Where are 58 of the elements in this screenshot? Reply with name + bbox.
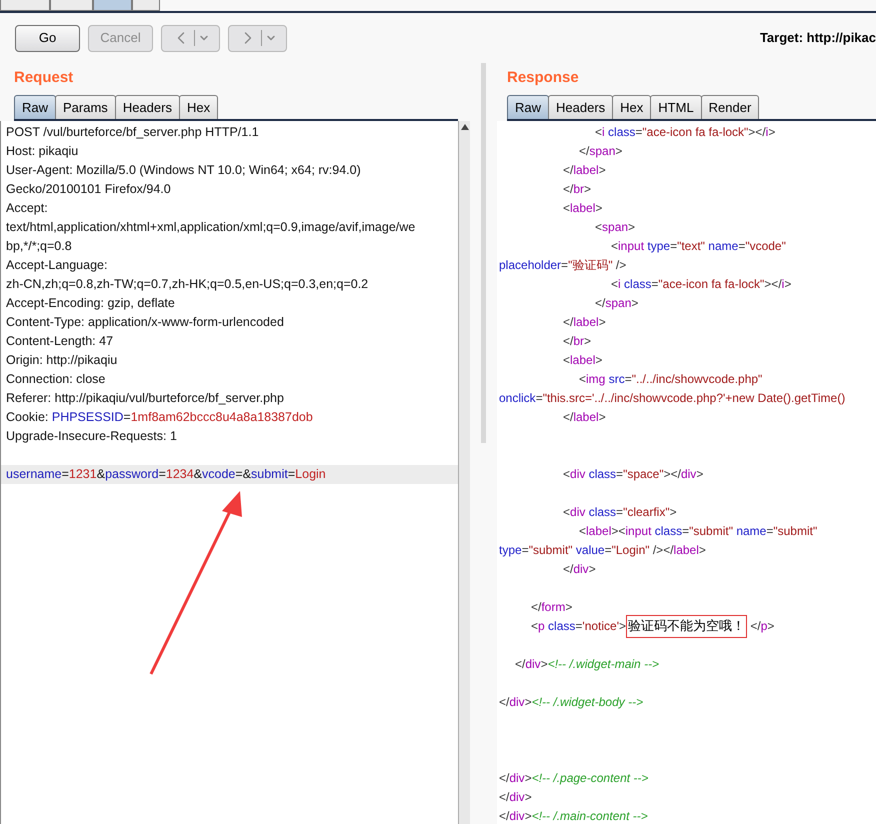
- go-button[interactable]: Go: [15, 24, 80, 52]
- code-line: <i class="ace-icon fa fa-lock"></i>: [610, 276, 792, 293]
- code-line: </label>: [562, 162, 607, 179]
- tab[interactable]: Params: [55, 95, 116, 119]
- code-line: <i class="ace-icon fa fa-lock"></i>: [594, 124, 776, 141]
- code-line: Accept-Language:: [5, 257, 108, 274]
- code-line: User-Agent: Mozilla/5.0 (Windows NT 10.0; Win64; x64; rv:94.0): [5, 162, 362, 179]
- code-line: Upgrade-Insecure-Requests: 1: [5, 428, 178, 445]
- code-line: Origin: http://pikaqiu: [5, 352, 118, 369]
- panel-title: Request: [13, 68, 74, 88]
- code-line: </div><!-- /.widget-main -->: [514, 656, 660, 673]
- tab[interactable]: Hex: [612, 95, 652, 119]
- code-line: Cookie: PHPSESSID=1mf8am62bccc8u4a8a18387dob: [5, 409, 314, 426]
- code-line: <p class='notice'>验证码不能为空哦！ </p>: [497, 617, 876, 636]
- tab[interactable]: Raw: [507, 95, 550, 119]
- code-line: </div><!-- /.page-content -->: [498, 770, 650, 787]
- code-line: <div class="clearfix">: [562, 504, 678, 521]
- code-line: Accept-Encoding: gzip, deflate: [5, 295, 176, 312]
- code-line: </form>: [530, 599, 574, 616]
- code-line: <label>: [562, 200, 604, 217]
- code-line: Host: pikaqiu: [5, 143, 80, 160]
- code-line: </div>: [498, 789, 533, 806]
- code-line: <label>: [562, 352, 604, 369]
- code-line: POST /vul/burteforce/bf_server.php HTTP/1.1: [5, 124, 260, 141]
- code-line: zh-CN,zh;q=0.8,zh-TW;q=0.7,zh-HK;q=0.5,en-US;q=0.3,en;q=0.2: [5, 276, 370, 293]
- code-line: </div><!-- /.main-content -->: [498, 808, 649, 824]
- tab[interactable]: Hex: [178, 95, 218, 119]
- code-line: Accept:: [5, 200, 49, 217]
- code-line: placeholder="验证码" />: [498, 257, 628, 274]
- panel-title: Response: [506, 68, 580, 88]
- code-line: Referer: http://pikaqiu/vul/burteforce/bf_server.php: [5, 390, 285, 407]
- code-line: </label>: [562, 409, 607, 426]
- tab[interactable]: Headers: [114, 95, 180, 119]
- code-line: </br>: [562, 181, 592, 198]
- code-line: </br>: [562, 333, 592, 350]
- tab[interactable]: HTML: [650, 95, 702, 119]
- code-line: </div><!-- /.widget-body -->: [498, 694, 644, 711]
- tab[interactable]: Render: [700, 95, 760, 119]
- code-line: Content-Length: 47: [5, 333, 114, 350]
- code-line: <div class="space"></div>: [562, 466, 704, 483]
- code-line: type="submit" value="Login" /></label>: [498, 542, 707, 559]
- code-line: Content-Type: application/x-www-form-urlencoded: [5, 314, 285, 331]
- tab[interactable]: Headers: [548, 95, 614, 119]
- code-line: bp,*/*;q=0.8: [5, 238, 73, 255]
- code-line: Connection: close: [5, 371, 106, 388]
- code-line: </span>: [578, 143, 624, 160]
- code-line: <input type="text" name="vcode": [610, 238, 787, 255]
- code-line: onclick="this.src='../../inc/showvcode.php?'+new Date().getTime(): [498, 390, 846, 407]
- tab[interactable]: Raw: [14, 95, 56, 119]
- code-line: </span>: [594, 295, 640, 312]
- code-line: text/html,application/xhtml+xml,application/xml;q=0.9,image/avif,image/we: [5, 219, 416, 236]
- code-line: <img src="../../inc/showvcode.php": [578, 371, 764, 388]
- code-line: </label>: [562, 314, 607, 331]
- code-line: Gecko/20100101 Firefox/94.0: [5, 181, 172, 198]
- code-line: <span>: [594, 219, 636, 236]
- target-label: Target: http://pikac: [760, 29, 876, 48]
- code-line: <label><input class="submit" name="submit": [578, 523, 818, 540]
- code-line: </div>: [562, 561, 597, 578]
